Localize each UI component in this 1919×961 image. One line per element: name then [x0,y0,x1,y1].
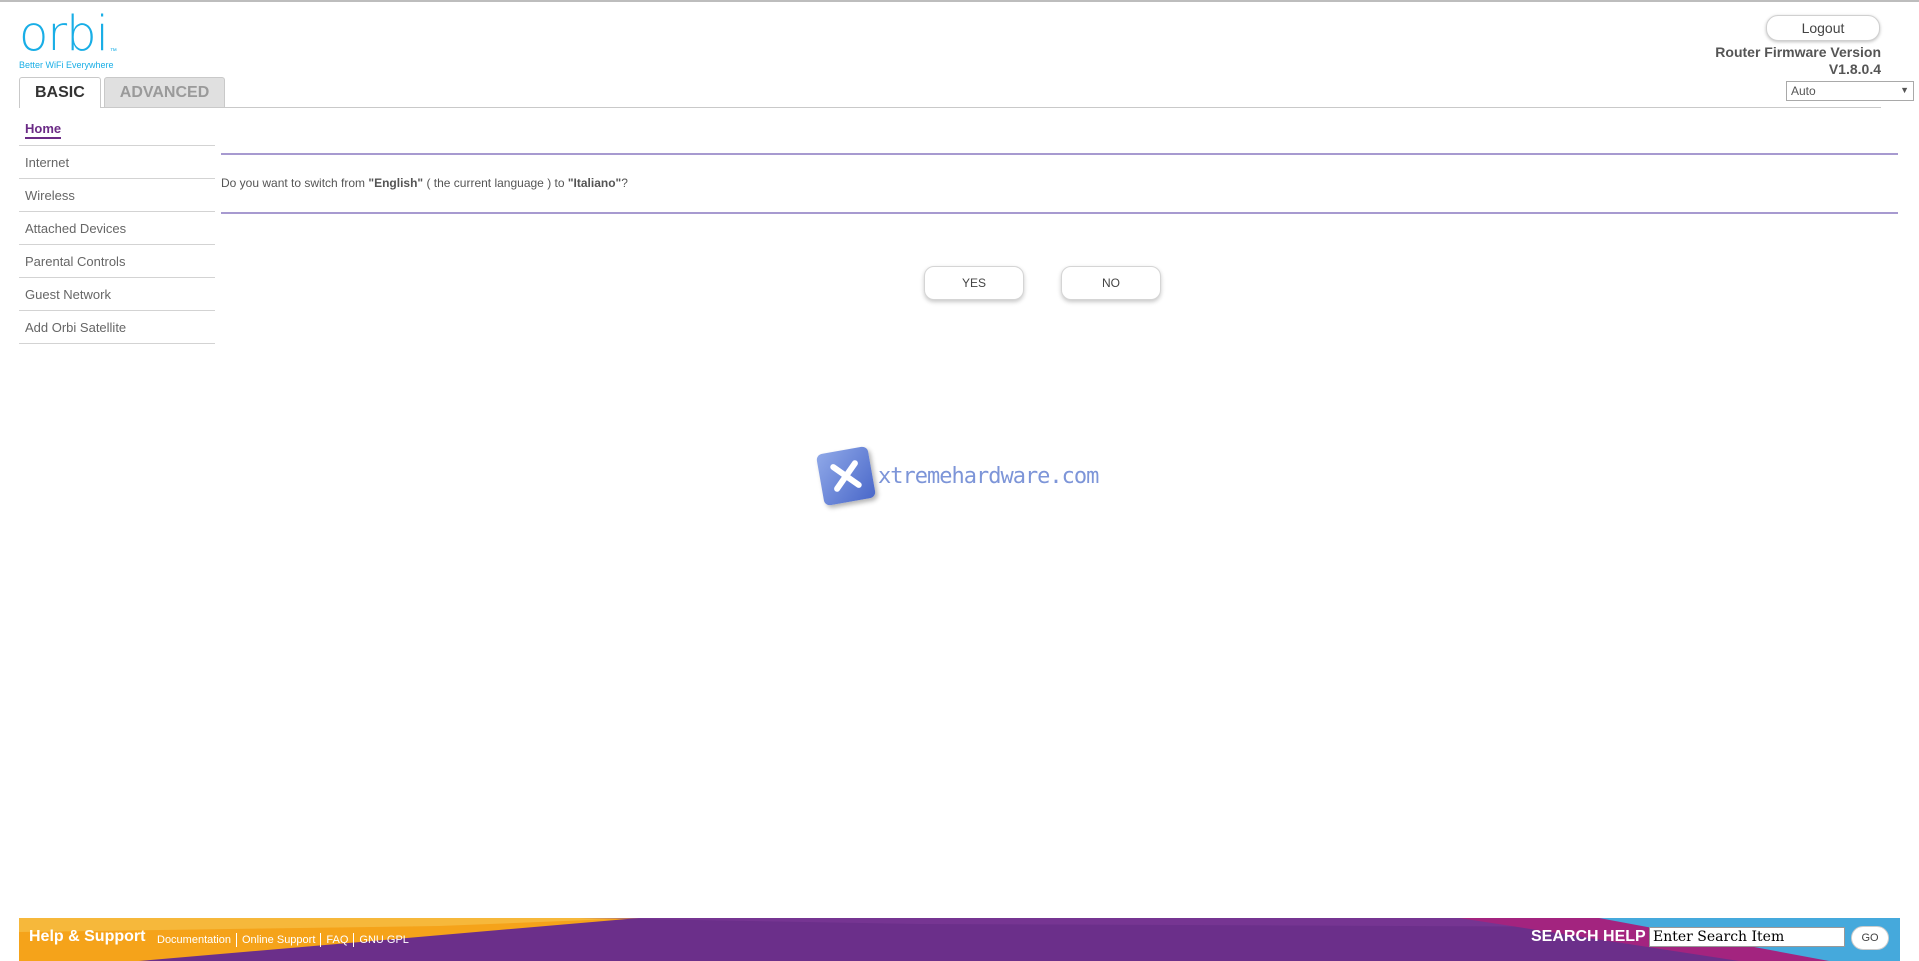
faq-link[interactable]: FAQ [326,934,348,946]
sidebar-item-home[interactable]: Home [19,114,215,146]
question-prefix: Do you want to switch from [221,176,369,190]
help-support-footer: Help & Support Documentation Online Supp… [19,918,1900,961]
logo-wordmark: orbi [19,6,109,62]
dialog-bottom-rule [221,212,1898,214]
link-separator [320,933,322,947]
dialog-top-rule [221,153,1898,155]
tab-advanced[interactable]: ADVANCED [103,77,226,107]
link-separator [353,933,355,947]
sidebar-nav: Home Internet Wireless Attached Devices … [19,114,215,345]
sidebar-item-label: Internet [25,155,70,170]
current-language: "English" [368,176,424,190]
top-border [0,0,1919,2]
sidebar-item-parental-controls[interactable]: Parental Controls [19,246,215,278]
tab-divider [19,107,1881,108]
documentation-link[interactable]: Documentation [157,934,231,946]
firmware-title: Router Firmware Version [1715,44,1881,60]
sidebar-item-label: Add Orbi Satellite [25,320,127,335]
search-go-button[interactable]: GO [1851,926,1889,950]
watermark: xtremehardware.com [815,445,1099,507]
watermark-x-icon [815,445,877,507]
help-links: Documentation Online Support FAQ GNU GPL [157,933,409,947]
sidebar-item-label: Home [25,121,62,139]
sidebar-item-label: Parental Controls [25,254,126,269]
logo-trademark: ™ [109,48,117,55]
language-select-value: Auto [1791,84,1816,98]
sidebar-item-add-orbi-satellite[interactable]: Add Orbi Satellite [19,312,215,344]
main-tabs: BASIC ADVANCED [19,77,228,108]
sidebar-item-guest-network[interactable]: Guest Network [19,279,215,311]
language-switch-question: Do you want to switch from "English" ( t… [221,176,628,190]
link-separator [236,933,237,947]
language-select[interactable]: Auto ▼ [1786,81,1914,101]
chevron-down-icon: ▼ [1900,85,1909,95]
no-button[interactable]: NO [1061,266,1161,300]
firmware-version: V1.8.0.4 [1828,61,1881,77]
online-support-link[interactable]: Online Support [242,934,315,946]
logout-button[interactable]: Logout [1766,15,1880,41]
question-middle: ( the current language ) to [423,176,568,190]
search-help-label: SEARCH HELP [1531,928,1646,945]
sidebar-item-wireless[interactable]: Wireless [19,180,215,212]
orbi-logo: orbi ™ Better WiFi Everywhere [19,10,117,70]
sidebar-item-attached-devices[interactable]: Attached Devices [19,213,215,245]
logo-tagline: Better WiFi Everywhere [19,60,114,70]
yes-button[interactable]: YES [924,266,1024,300]
watermark-text: xtremehardware.com [878,463,1099,489]
sidebar-item-internet[interactable]: Internet [19,147,215,179]
question-suffix: ? [621,176,628,190]
sidebar-item-label: Guest Network [25,287,111,302]
gnu-gpl-link[interactable]: GNU GPL [359,934,409,946]
help-support-title: Help & Support [29,928,146,945]
search-help-input[interactable] [1649,927,1845,947]
tab-basic[interactable]: BASIC [19,77,101,108]
sidebar-item-label: Wireless [25,188,75,203]
target-language: "Italiano" [567,176,622,190]
sidebar-item-label: Attached Devices [25,221,127,236]
